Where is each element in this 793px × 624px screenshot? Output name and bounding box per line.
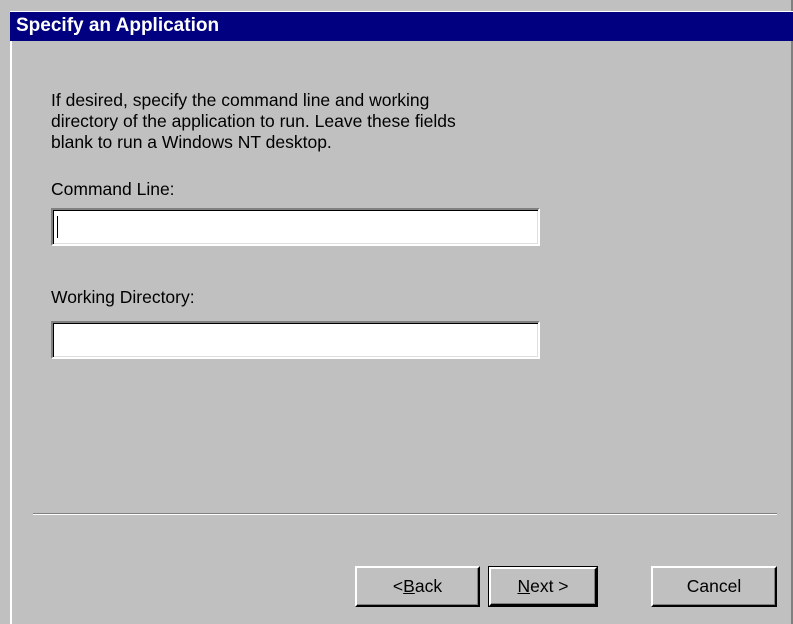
dialog-left-edge <box>10 41 12 624</box>
button-separator <box>33 513 777 515</box>
text-cursor <box>57 216 58 238</box>
back-button[interactable]: < Back <box>355 566 480 607</box>
next-button-label-rest: ext > <box>530 576 569 596</box>
next-button[interactable]: Next > <box>488 566 598 607</box>
wizard-dialog: Specify an Application If desired, speci… <box>0 0 793 624</box>
working-directory-label: Working Directory: <box>51 287 195 307</box>
command-line-label: Command Line: <box>51 179 175 199</box>
back-button-accelerator: B <box>403 576 415 596</box>
instructions-text: If desired, specify the command line and… <box>51 90 456 152</box>
dialog-title: Specify an Application <box>16 15 220 36</box>
command-line-field[interactable] <box>51 208 540 246</box>
back-button-prefix: < <box>392 576 404 596</box>
back-button-label-rest: ack <box>414 576 443 596</box>
cancel-button[interactable]: Cancel <box>651 566 777 607</box>
working-directory-field[interactable] <box>51 321 540 359</box>
next-button-accelerator: N <box>517 576 531 596</box>
title-bar: Specify an Application <box>10 11 793 41</box>
